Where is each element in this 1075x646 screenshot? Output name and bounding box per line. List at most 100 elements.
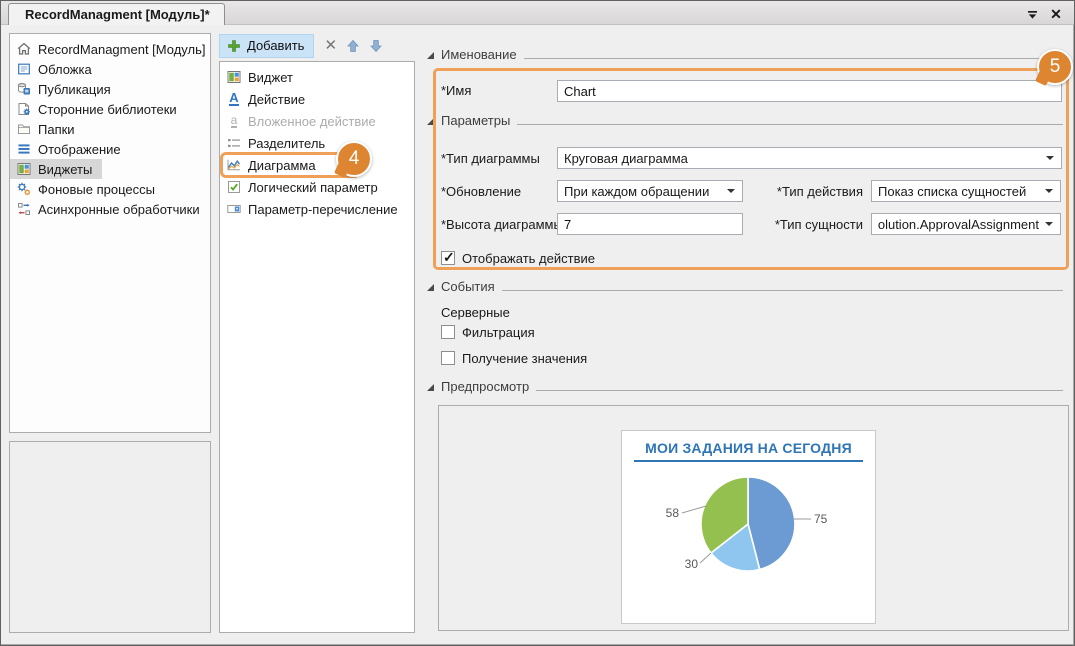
sidebar-item[interactable]: Фоновые процессы (10, 179, 165, 199)
list-item[interactable]: a Вложенное действие (220, 110, 414, 132)
section-preview-title: Предпросмотр (441, 378, 529, 395)
sidebar-item[interactable]: Асинхронные обработчики (10, 199, 210, 219)
section-params[interactable]: Параметры (427, 111, 1063, 129)
sidebar-item[interactable]: Виджеты (10, 159, 102, 179)
list-item-label: Логический параметр (248, 180, 378, 195)
list-item[interactable]: A Действие (220, 88, 414, 110)
event-checkbox-1[interactable] (441, 351, 455, 365)
chart-title: МОИ ЗАДАНИЯ НА СЕГОДНЯ (634, 440, 863, 456)
module-nav-panel: RecordManagment [Модуль] Обложка Публикаци… (9, 33, 211, 433)
sidebar-item[interactable]: Папки (10, 119, 85, 139)
list-item-label: Виджет (248, 70, 293, 85)
collapse-arrow-icon[interactable] (427, 52, 434, 59)
document-tab-title: RecordManagment [Модуль]* (25, 7, 210, 22)
step-badge-5: 5 (1037, 49, 1073, 85)
sidebar-item-label: Обложка (38, 62, 92, 77)
sidebar-item[interactable]: RecordManagment [Модуль] (10, 39, 211, 59)
chart-preview-card: МОИ ЗАДАНИЯ НА СЕГОДНЯ 75 58 30 (621, 430, 876, 624)
pie-chart: 75 58 30 (622, 462, 875, 612)
list-item-label: Диаграмма (248, 158, 316, 173)
properties-panel: Именование 5 *Имя Параметры *Тип диаграм… (421, 25, 1071, 641)
list-item[interactable]: Виджет (220, 66, 414, 88)
name-input[interactable] (557, 80, 1062, 102)
widget-items: Виджет A Действие a Вложенное действие Раздел… (220, 66, 414, 220)
section-rule (517, 124, 1063, 125)
module-nav-list: RecordManagment [Модуль] Обложка Публикаци… (10, 39, 210, 219)
window-position-icon[interactable] (1024, 6, 1040, 22)
action-type-label: *Тип действия (751, 184, 863, 200)
name-field-label: *Имя (441, 83, 471, 99)
section-naming[interactable]: Именование (427, 45, 1063, 63)
action-type-dropdown[interactable]: Показ списка сущностей (871, 180, 1061, 202)
cover-icon (16, 61, 32, 77)
sidebar-item-label: RecordManagment [Модуль] (38, 42, 205, 57)
separator-icon (226, 135, 242, 151)
list-item[interactable]: Разделитель (220, 132, 414, 154)
plus-icon (226, 38, 242, 54)
enum-param-icon (226, 201, 242, 217)
add-button[interactable]: Добавить (219, 34, 314, 58)
empty-panel (9, 441, 211, 633)
sidebar-item-label: Фоновые процессы (38, 182, 155, 197)
list-item[interactable]: Диаграмма4 (220, 154, 414, 176)
section-events[interactable]: События (427, 277, 1063, 295)
section-rule (524, 58, 1063, 59)
module-editor-window: RecordManagment [Модуль]* ✕ RecordManagm… (0, 0, 1075, 646)
widget-preview-area: МОИ ЗАДАНИЯ НА СЕГОДНЯ 75 58 30 (438, 405, 1069, 631)
sidebar-item-label: Отображение (38, 142, 121, 157)
list-toolbar: Добавить ✕ (219, 33, 415, 58)
sidebar-item-label: Сторонние библиотеки (38, 102, 177, 117)
nested-action-icon: a (226, 113, 242, 129)
section-preview[interactable]: Предпросмотр (427, 377, 1063, 395)
entity-type-value: ntSolution.ApprovalAssignment (878, 217, 1039, 232)
section-naming-title: Именование (441, 46, 517, 63)
async-handlers-icon (16, 201, 32, 217)
entity-type-dropdown[interactable]: ntSolution.ApprovalAssignment (871, 213, 1061, 235)
list-item[interactable]: Параметр-перечисление (220, 198, 414, 220)
show-action-label: Отображать действие (462, 251, 595, 267)
chart-height-input[interactable] (557, 213, 743, 235)
list-item-label: Вложенное действие (248, 114, 376, 129)
sidebar-item-label: Публикация (38, 82, 111, 97)
display-icon (16, 141, 32, 157)
action-type-value: Показ списка сущностей (878, 184, 1039, 199)
action-icon: A (226, 91, 242, 107)
entity-type-label: *Тип сущности (751, 217, 863, 233)
sidebar-item-label: Асинхронные обработчики (38, 202, 200, 217)
sidebar-item[interactable]: Обложка (10, 59, 102, 79)
delete-icon[interactable]: ✕ (324, 38, 337, 53)
chart-type-dropdown[interactable]: Круговая диаграмма (557, 147, 1062, 169)
sidebar-item[interactable]: Сторонние библиотеки (10, 99, 187, 119)
sidebar-item[interactable]: Публикация (10, 79, 121, 99)
collapse-arrow-icon[interactable] (427, 384, 434, 391)
list-item[interactable]: Логический параметр (220, 176, 414, 198)
chart-type-label: *Тип диаграммы (441, 151, 540, 167)
show-action-checkbox[interactable] (441, 251, 455, 265)
background-processes-icon (16, 181, 32, 197)
sidebar-item[interactable]: Отображение (10, 139, 131, 159)
folders-icon (16, 121, 32, 137)
collapse-arrow-icon[interactable] (427, 284, 434, 291)
move-down-icon[interactable] (369, 39, 383, 53)
pie-slices (701, 477, 795, 571)
section-params-title: Параметры (441, 112, 510, 129)
section-events-title: События (441, 278, 495, 295)
external-libraries-icon (16, 101, 32, 117)
event-filtering-label: Фильтрация (462, 325, 535, 341)
collapse-arrow-icon[interactable] (427, 118, 434, 125)
event-checkbox-0[interactable] (441, 325, 455, 339)
document-tab[interactable]: RecordManagment [Модуль]* (8, 3, 225, 25)
list-item-label: Действие (248, 92, 305, 107)
widget-items-list: Виджет A Действие a Вложенное действие Раздел… (219, 61, 415, 633)
widgets-icon (16, 161, 32, 177)
list-item-label: Параметр-перечисление (248, 202, 398, 217)
pie-label-blue: 75 (814, 512, 828, 526)
sidebar-item-label: Виджеты (38, 162, 92, 177)
move-up-icon[interactable] (346, 39, 360, 53)
close-icon[interactable]: ✕ (1048, 6, 1064, 22)
chart-height-label: *Высота диаграммы (441, 217, 563, 233)
add-button-label: Добавить (247, 38, 304, 53)
refresh-dropdown[interactable]: При каждом обращении (557, 180, 743, 202)
refresh-label: *Обновление (441, 184, 521, 200)
refresh-value: При каждом обращении (564, 184, 721, 199)
